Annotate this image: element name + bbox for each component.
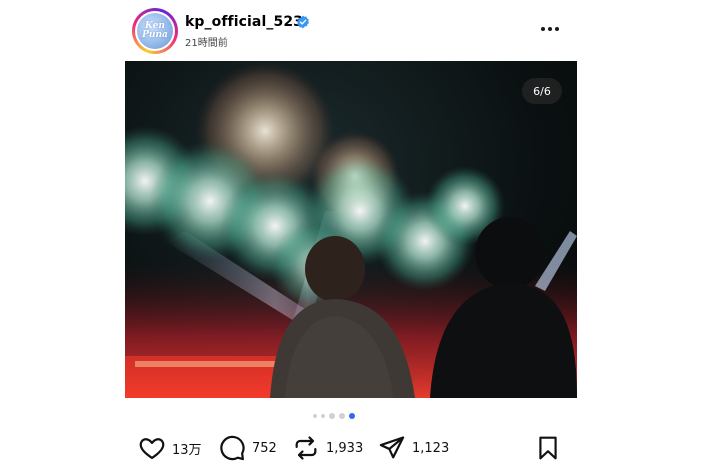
send-icon (379, 436, 405, 459)
carousel-dot (313, 414, 317, 418)
post-timestamp: 21時間前 (185, 38, 228, 49)
repost-count: 1,933 (326, 440, 364, 456)
comment-icon (220, 435, 245, 461)
like-button[interactable]: 13万 (138, 433, 202, 463)
carousel-dot (339, 413, 345, 419)
heart-icon (139, 438, 165, 460)
carousel-dot (321, 414, 325, 418)
like-count: 13万 (172, 442, 202, 458)
avatar[interactable]: Ken Puna (132, 8, 178, 54)
fireworks-photo (125, 61, 577, 398)
repost-button[interactable]: 1,933 (292, 433, 363, 463)
repost-icon (295, 436, 317, 460)
more-options-icon[interactable] (541, 21, 563, 37)
username[interactable]: kp_official_523 (185, 14, 303, 30)
action-bar: 13万 752 1,933 1,123 (138, 433, 568, 463)
avatar-logo-text: Ken Puna (142, 21, 168, 40)
post-header: Ken Puna kp_official_523 21時間前 (132, 8, 572, 54)
comment-count: 752 (252, 440, 277, 456)
comment-button[interactable]: 752 (218, 433, 277, 463)
share-count: 1,123 (412, 440, 450, 456)
carousel-dot (329, 413, 335, 419)
verified-badge-icon (296, 15, 310, 29)
carousel-dot-active (349, 413, 355, 419)
bookmark-icon[interactable] (535, 435, 561, 461)
carousel-dots (313, 413, 355, 419)
share-button[interactable]: 1,123 (378, 433, 449, 463)
post-photo[interactable]: 6/6 (125, 61, 577, 398)
slide-counter: 6/6 (522, 78, 562, 104)
